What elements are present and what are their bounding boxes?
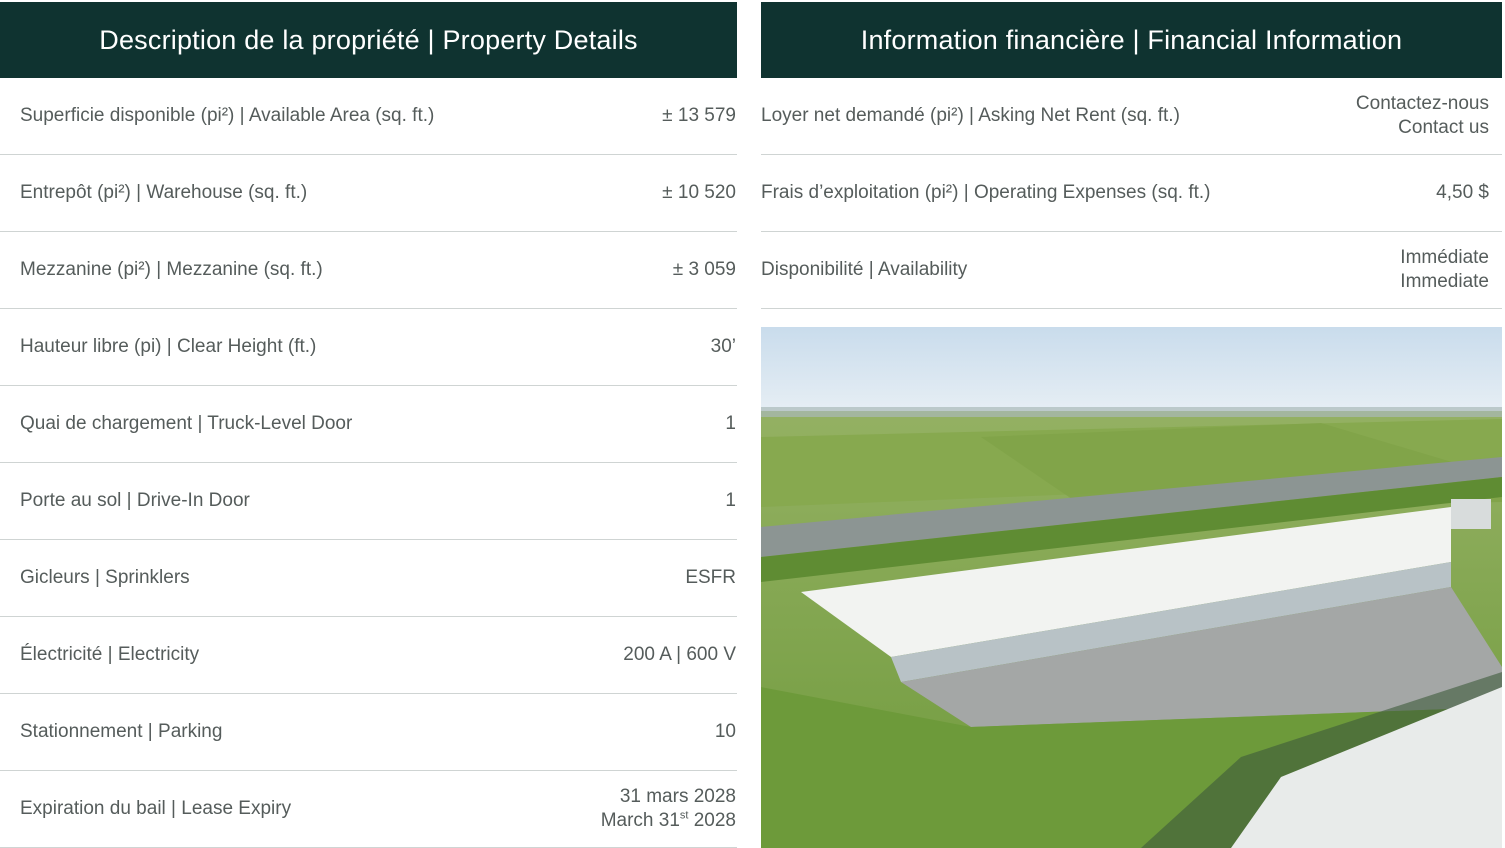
row-value: 1 bbox=[725, 413, 736, 434]
lease-expiry-en-year: 2028 bbox=[688, 810, 736, 831]
row-mezzanine: Mezzanine (pi²) | Mezzanine (sq. ft.) ± … bbox=[0, 232, 737, 309]
row-value: 1 bbox=[725, 490, 736, 511]
row-label: Frais d’exploitation (pi²) | Operating E… bbox=[761, 182, 1211, 203]
row-sprinklers: Gicleurs | Sprinklers ESFR bbox=[0, 540, 737, 617]
row-value: 200 A | 600 V bbox=[623, 644, 736, 665]
row-truck-level-door: Quai de chargement | Truck-Level Door 1 bbox=[0, 386, 737, 463]
row-label: Expiration du bail | Lease Expiry bbox=[20, 798, 292, 819]
financial-information-title: Information financière | Financial Infor… bbox=[761, 2, 1502, 78]
row-label: Gicleurs | Sprinklers bbox=[20, 567, 190, 588]
row-value: 31 mars 2028 March 31st 2028 bbox=[601, 785, 736, 833]
row-warehouse: Entrepôt (pi²) | Warehouse (sq. ft.) ± 1… bbox=[0, 155, 737, 232]
asking-rent-fr: Contactez-nous bbox=[1355, 93, 1489, 114]
row-clear-height: Hauteur libre (pi) | Clear Height (ft.) … bbox=[0, 309, 737, 386]
property-details-title: Description de la propriété | Property D… bbox=[0, 2, 737, 78]
row-asking-net-rent: Loyer net demandé (pi²) | Asking Net Ren… bbox=[761, 78, 1502, 155]
row-value: Contactez-nous Contact us bbox=[1356, 92, 1489, 140]
row-electricity: Électricité | Electricity 200 A | 600 V bbox=[0, 617, 737, 694]
aerial-property-photo bbox=[761, 327, 1502, 848]
availability-fr: Immédiate bbox=[1400, 247, 1489, 268]
row-value: ± 10 520 bbox=[662, 182, 736, 203]
row-parking: Stationnement | Parking 10 bbox=[0, 694, 737, 771]
row-label: Entrepôt (pi²) | Warehouse (sq. ft.) bbox=[20, 182, 308, 203]
row-label: Disponibilité | Availability bbox=[761, 259, 968, 280]
lease-expiry-en-date: March 31 bbox=[600, 810, 680, 831]
row-label: Stationnement | Parking bbox=[20, 721, 223, 742]
row-operating-expenses: Frais d’exploitation (pi²) | Operating E… bbox=[761, 155, 1502, 232]
asking-rent-en: Contact us bbox=[1398, 117, 1489, 138]
row-label: Loyer net demandé (pi²) | Asking Net Ren… bbox=[761, 105, 1180, 126]
row-label: Porte au sol | Drive-In Door bbox=[20, 490, 250, 511]
row-drive-in-door: Porte au sol | Drive-In Door 1 bbox=[0, 463, 737, 540]
row-value: 4,50 $ bbox=[1436, 182, 1489, 203]
row-value: 10 bbox=[714, 721, 736, 742]
row-label: Quai de chargement | Truck-Level Door bbox=[20, 413, 353, 434]
row-lease-expiry: Expiration du bail | Lease Expiry 31 mar… bbox=[0, 771, 737, 848]
property-details-panel: Description de la propriété | Property D… bbox=[0, 2, 737, 848]
row-label: Superficie disponible (pi²) | Available … bbox=[20, 105, 435, 126]
row-label: Électricité | Electricity bbox=[20, 644, 200, 665]
lease-expiry-fr: 31 mars 2028 bbox=[619, 786, 736, 807]
row-value: ± 3 059 bbox=[672, 259, 736, 280]
row-value: 30’ bbox=[710, 336, 736, 357]
row-value: ESFR bbox=[685, 567, 736, 588]
lease-expiry-en: March 31st 2028 bbox=[601, 809, 736, 833]
row-value: Immédiate Immediate bbox=[1400, 246, 1489, 294]
row-label: Hauteur libre (pi) | Clear Height (ft.) bbox=[20, 336, 317, 357]
row-label: Mezzanine (pi²) | Mezzanine (sq. ft.) bbox=[20, 259, 323, 280]
row-availability: Disponibilité | Availability Immédiate I… bbox=[761, 232, 1502, 309]
financial-information-panel: Information financière | Financial Infor… bbox=[761, 2, 1502, 309]
availability-en: Immediate bbox=[1400, 271, 1489, 292]
row-available-area: Superficie disponible (pi²) | Available … bbox=[0, 78, 737, 155]
row-value: ± 13 579 bbox=[662, 105, 736, 126]
